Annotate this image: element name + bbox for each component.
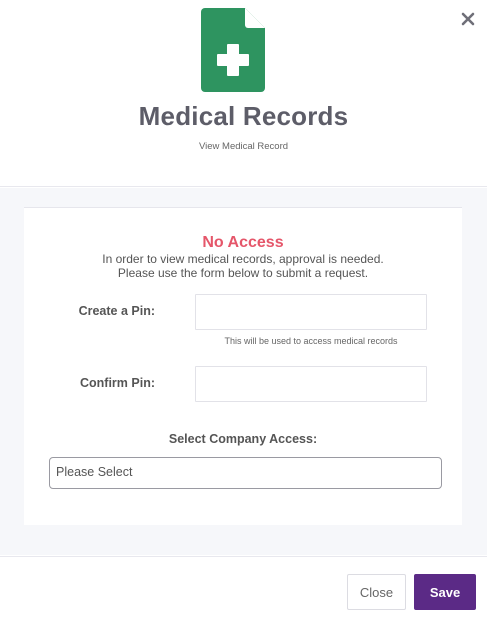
company-access-select[interactable]: Please Select — [49, 457, 442, 489]
access-message: In order to view medical records, approv… — [24, 252, 462, 280]
company-access-select-value: Please Select — [56, 465, 133, 479]
close-button[interactable]: Close — [347, 574, 406, 610]
access-status: No Access — [202, 234, 284, 251]
save-button[interactable]: Save — [414, 574, 476, 610]
modal-footer: Close Save — [0, 556, 487, 619]
access-message-line-2: Please use the form below to submit a re… — [117, 266, 369, 280]
medical-document-icon — [201, 8, 265, 92]
confirm-pin-input[interactable] — [195, 366, 427, 402]
close-icon[interactable] — [461, 12, 475, 26]
create-pin-input[interactable] — [195, 294, 427, 330]
create-pin-label: Create a Pin: — [78, 304, 155, 318]
access-message-line-1: In order to view medical records, approv… — [102, 252, 384, 266]
page-title: Medical Records — [138, 101, 349, 131]
company-access-label: Select Company Access: — [168, 432, 318, 446]
modal-header: Medical Records View Medical Record — [0, 0, 487, 187]
create-pin-hint: This will be used to access medical reco… — [224, 336, 398, 346]
modal-body: No Access In order to view medical recor… — [0, 188, 487, 555]
medical-records-modal: Medical Records View Medical Record No A… — [0, 0, 487, 619]
request-form-card: No Access In order to view medical recor… — [24, 207, 462, 525]
page-subtitle: View Medical Record — [198, 141, 289, 152]
confirm-pin-label: Confirm Pin: — [80, 376, 155, 390]
